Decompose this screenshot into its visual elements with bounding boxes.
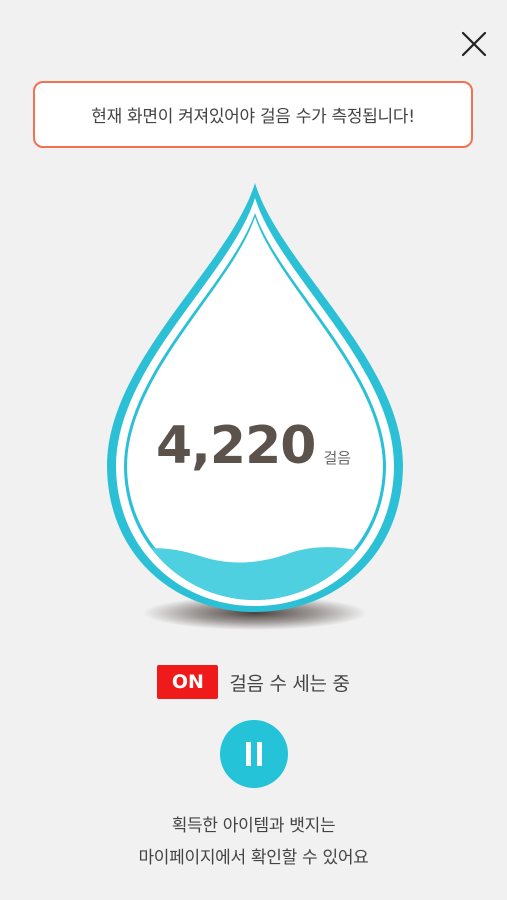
- step-counter-drop: [0, 170, 507, 650]
- step-count-unit: 걸음: [323, 449, 352, 467]
- close-icon: [461, 31, 487, 57]
- water-drop-icon: [107, 183, 403, 630]
- pause-button[interactable]: [220, 720, 288, 788]
- step-count-value: 4,220: [155, 416, 316, 476]
- info-line-2: 마이페이지에서 확인할 수 있어요: [138, 848, 369, 868]
- close-button[interactable]: [455, 25, 493, 63]
- on-status-badge: ON: [157, 665, 219, 699]
- step-count: 4,220 걸음: [0, 416, 507, 476]
- notice-text: 현재 화면이 켜져있어야 걸음 수가 측정됩니다!: [91, 107, 415, 127]
- screen-on-notice: 현재 화면이 켜져있어야 걸음 수가 측정됩니다!: [33, 81, 473, 148]
- info-line-1: 획득한 아이템과 뱃지는: [171, 816, 336, 836]
- badge-info-text: 획득한 아이템과 뱃지는 마이페이지에서 확인할 수 있어요: [0, 810, 507, 874]
- counting-status: ON 걸음 수 세는 중: [0, 664, 507, 700]
- status-text: 걸음 수 세는 중: [229, 672, 350, 695]
- pause-icon: [246, 742, 262, 766]
